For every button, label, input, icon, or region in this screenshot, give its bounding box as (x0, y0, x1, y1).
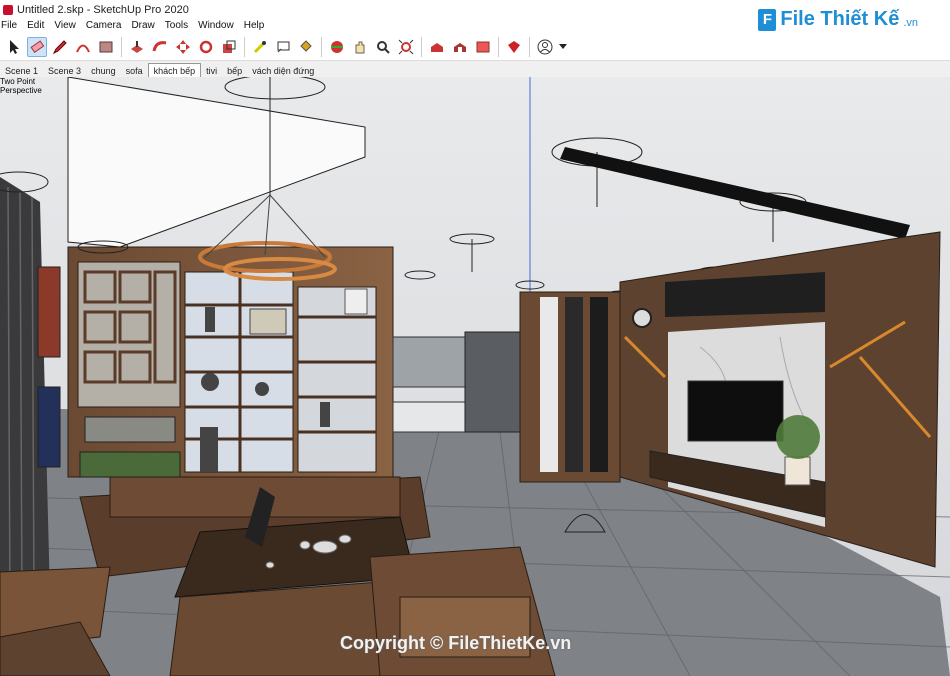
tab-scene-3[interactable]: Scene 3 (43, 64, 86, 77)
extension-warehouse-icon[interactable] (450, 37, 470, 57)
paint-bucket-icon[interactable] (296, 37, 316, 57)
follow-me-icon[interactable] (150, 37, 170, 57)
toolbar (0, 34, 950, 60)
television (687, 380, 784, 442)
tab-chung[interactable]: chung (86, 64, 121, 77)
select-icon[interactable] (4, 37, 24, 57)
zoom-extents-icon[interactable] (396, 37, 416, 57)
toolbar-separator (529, 37, 530, 57)
3d-viewport[interactable]: Two Point Perspective Copyright © FileTh… (0, 77, 950, 676)
tab-bep[interactable]: bếp (222, 64, 247, 77)
menu-bar: File Edit View Camera Draw Tools Window … (0, 20, 950, 34)
menu-tools[interactable]: Tools (164, 20, 189, 34)
window-title: Untitled 2.skp - SketchUp Pro 2020 (17, 4, 189, 16)
scale-icon[interactable] (219, 37, 239, 57)
interior-scene-render (0, 77, 950, 676)
tab-tivi[interactable]: tivi (201, 64, 222, 77)
menu-window[interactable]: Window (197, 20, 235, 34)
toolbar-separator (321, 37, 322, 57)
tab-vach-dien-dung[interactable]: vách diện đứng (247, 64, 319, 77)
wall-clock (632, 308, 652, 328)
menu-help[interactable]: Help (243, 20, 266, 34)
camera-mode-label: Two Point Perspective (0, 77, 42, 95)
menu-file[interactable]: File (0, 20, 18, 34)
ruby-icon[interactable] (504, 37, 524, 57)
tape-measure-icon[interactable] (250, 37, 270, 57)
toolbar-separator (244, 37, 245, 57)
toolbar-separator (121, 37, 122, 57)
rotate-icon[interactable] (196, 37, 216, 57)
toolbar-separator (498, 37, 499, 57)
zoom-icon[interactable] (373, 37, 393, 57)
move-icon[interactable] (173, 37, 193, 57)
sketchup-app-icon (3, 5, 13, 15)
pan-icon[interactable] (350, 37, 370, 57)
tab-scene-1[interactable]: Scene 1 (0, 64, 43, 77)
eraser-icon[interactable] (27, 37, 47, 57)
copyright-watermark: Copyright © FileThietKe.vn (340, 633, 572, 653)
tab-sofa[interactable]: sofa (121, 64, 148, 77)
pencil-icon[interactable] (50, 37, 70, 57)
warehouse-icon[interactable] (427, 37, 447, 57)
scene-tabs-bar: Scene 1 Scene 3 chung sofa khách bếp tiv… (0, 60, 950, 78)
arc-icon[interactable] (73, 37, 93, 57)
menu-camera[interactable]: Camera (85, 20, 123, 34)
camera-mode-line-2: Perspective (0, 86, 42, 95)
chevron-down-icon[interactable] (558, 37, 568, 57)
menu-view[interactable]: View (53, 20, 77, 34)
account-icon[interactable] (535, 37, 555, 57)
rectangle-icon[interactable] (96, 37, 116, 57)
push-pull-icon[interactable] (127, 37, 147, 57)
orbit-icon[interactable] (327, 37, 347, 57)
camera-mode-line-1: Two Point (0, 77, 36, 86)
layout-icon[interactable] (473, 37, 493, 57)
text-icon[interactable] (273, 37, 293, 57)
menu-edit[interactable]: Edit (26, 20, 45, 34)
toolbar-separator (421, 37, 422, 57)
tab-khach-bep[interactable]: khách bếp (147, 63, 202, 77)
menu-draw[interactable]: Draw (130, 20, 155, 34)
